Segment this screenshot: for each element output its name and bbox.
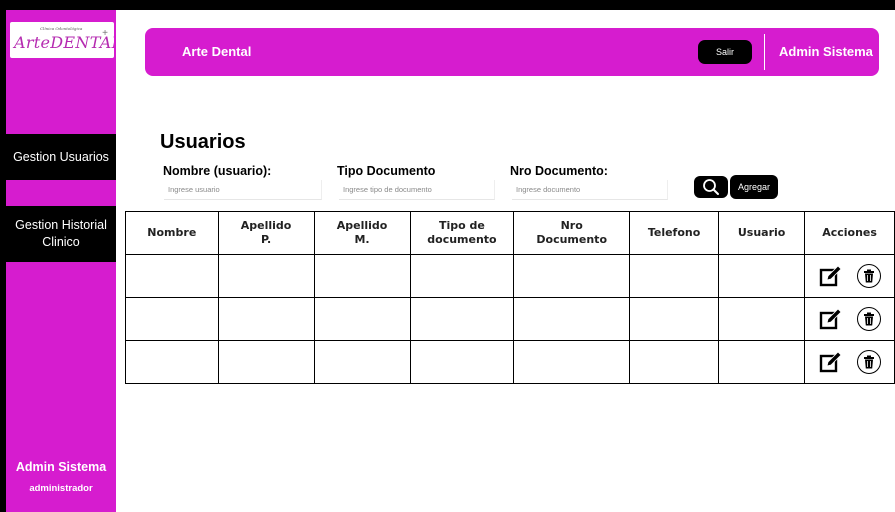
logo-sparkle-icon: + xyxy=(102,28,108,39)
table-cell xyxy=(628,297,720,341)
table-header-row: Nombre Apellido P. Apellido M. Tipo de d… xyxy=(125,211,895,255)
table-cell xyxy=(125,254,219,298)
delete-icon[interactable] xyxy=(856,264,881,288)
table-cell xyxy=(313,340,411,384)
delete-icon[interactable] xyxy=(856,307,881,331)
column-header-nro-documento[interactable]: Nro Documento xyxy=(513,211,630,255)
username-label: Nombre (usuario): xyxy=(163,164,272,178)
row-actions xyxy=(804,340,895,384)
brand-title: Arte Dental xyxy=(182,44,252,59)
search-icon xyxy=(703,179,719,195)
table-row xyxy=(125,297,895,341)
logo-wordmark: ArteDENTAL xyxy=(14,33,114,52)
table-cell xyxy=(125,297,219,341)
row-actions xyxy=(804,297,895,341)
sidebar-item-gestion-historial[interactable]: Gestion Historial Clinico xyxy=(6,206,116,262)
topbar-user-name: Admin Sistema xyxy=(779,44,873,59)
delete-icon[interactable] xyxy=(856,350,881,374)
edit-icon[interactable] xyxy=(819,265,843,287)
sidebar-user-name: Admin Sistema xyxy=(15,460,107,474)
doc-number-label: Nro Documento: xyxy=(510,164,608,178)
logout-button[interactable]: Salir xyxy=(698,40,752,64)
table-row xyxy=(125,340,895,384)
edit-icon[interactable] xyxy=(819,351,843,373)
username-input[interactable] xyxy=(164,180,322,200)
topbar-divider xyxy=(764,34,765,70)
logo-tagline: Clínica Odontológica xyxy=(40,26,83,31)
column-header-tipo-documento[interactable]: Tipo de documento xyxy=(409,211,515,255)
doc-type-input[interactable] xyxy=(339,180,495,200)
table-cell xyxy=(125,340,219,384)
column-header-apellido-p[interactable]: Apellido P. xyxy=(217,211,315,255)
sidebar: Clínica Odontológica ArteDENTAL + Gestio… xyxy=(6,10,116,512)
table-cell xyxy=(217,254,315,298)
sidebar-item-label: Gestion Historial Clinico xyxy=(15,218,107,249)
edit-icon[interactable] xyxy=(819,308,843,330)
search-button[interactable] xyxy=(694,176,728,198)
table-cell xyxy=(718,340,806,384)
table-cell xyxy=(313,254,411,298)
table-cell xyxy=(409,297,515,341)
table-cell xyxy=(513,297,630,341)
table-cell xyxy=(217,297,315,341)
doc-number-input[interactable] xyxy=(512,180,668,200)
table-cell xyxy=(409,254,515,298)
add-user-button[interactable]: Agregar xyxy=(730,175,778,199)
table-cell xyxy=(718,254,806,298)
table-cell xyxy=(513,340,630,384)
column-header-apellido-m[interactable]: Apellido M. xyxy=(313,211,411,255)
top-bar: Arte Dental Salir Admin Sistema xyxy=(145,28,879,76)
table-cell xyxy=(313,297,411,341)
page-title: Usuarios xyxy=(160,131,246,153)
column-header-telefono[interactable]: Telefono xyxy=(628,211,720,255)
table-cell xyxy=(513,254,630,298)
doc-type-label: Tipo Documento xyxy=(337,164,436,178)
column-header-acciones: Acciones xyxy=(804,211,895,255)
sidebar-item-gestion-usuarios[interactable]: Gestion Usuarios xyxy=(6,134,116,180)
column-header-nombre[interactable]: Nombre xyxy=(125,211,219,255)
table-row xyxy=(125,254,895,298)
table-cell xyxy=(217,340,315,384)
sidebar-user-role: administrador xyxy=(29,483,93,494)
row-actions xyxy=(804,254,895,298)
table-cell xyxy=(409,340,515,384)
sidebar-item-label: Gestion Usuarios xyxy=(13,149,109,164)
table-cell xyxy=(628,254,720,298)
table-cell xyxy=(628,340,720,384)
column-header-usuario[interactable]: Usuario xyxy=(718,211,806,255)
window-top-border xyxy=(0,0,895,10)
table-cell xyxy=(718,297,806,341)
logo: Clínica Odontológica ArteDENTAL + xyxy=(10,22,114,58)
users-table: Nombre Apellido P. Apellido M. Tipo de d… xyxy=(125,211,895,384)
